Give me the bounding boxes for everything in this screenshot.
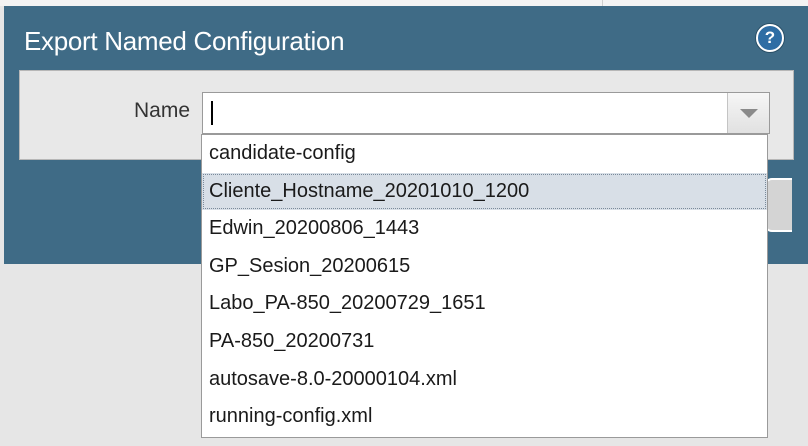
chevron-down-icon bbox=[740, 109, 758, 118]
ok-button[interactable] bbox=[764, 178, 792, 232]
help-icon[interactable]: ? bbox=[756, 24, 784, 52]
list-item[interactable]: GP_Sesion_20200615 bbox=[202, 248, 767, 286]
list-item[interactable]: PA-850_20200731 bbox=[202, 323, 767, 361]
combo-dropdown-button[interactable] bbox=[727, 93, 769, 133]
name-input[interactable] bbox=[203, 93, 727, 133]
name-label: Name bbox=[134, 99, 191, 122]
list-item[interactable]: Cliente_Hostname_20201010_1200 bbox=[202, 172, 767, 211]
list-item[interactable]: Edwin_20200806_1443 bbox=[202, 210, 767, 248]
text-cursor bbox=[211, 101, 213, 125]
list-item[interactable]: Labo_PA-850_20200729_1651 bbox=[202, 285, 767, 323]
list-item[interactable]: autosave-8.0-20000104.xml bbox=[202, 361, 767, 399]
name-combobox[interactable] bbox=[202, 92, 770, 134]
config-dropdown-list[interactable]: candidate-config Cliente_Hostname_202010… bbox=[201, 134, 768, 438]
list-item[interactable]: candidate-config bbox=[202, 135, 767, 173]
list-item[interactable]: running-config.xml bbox=[202, 398, 767, 436]
dialog-title: Export Named Configuration bbox=[24, 26, 345, 56]
